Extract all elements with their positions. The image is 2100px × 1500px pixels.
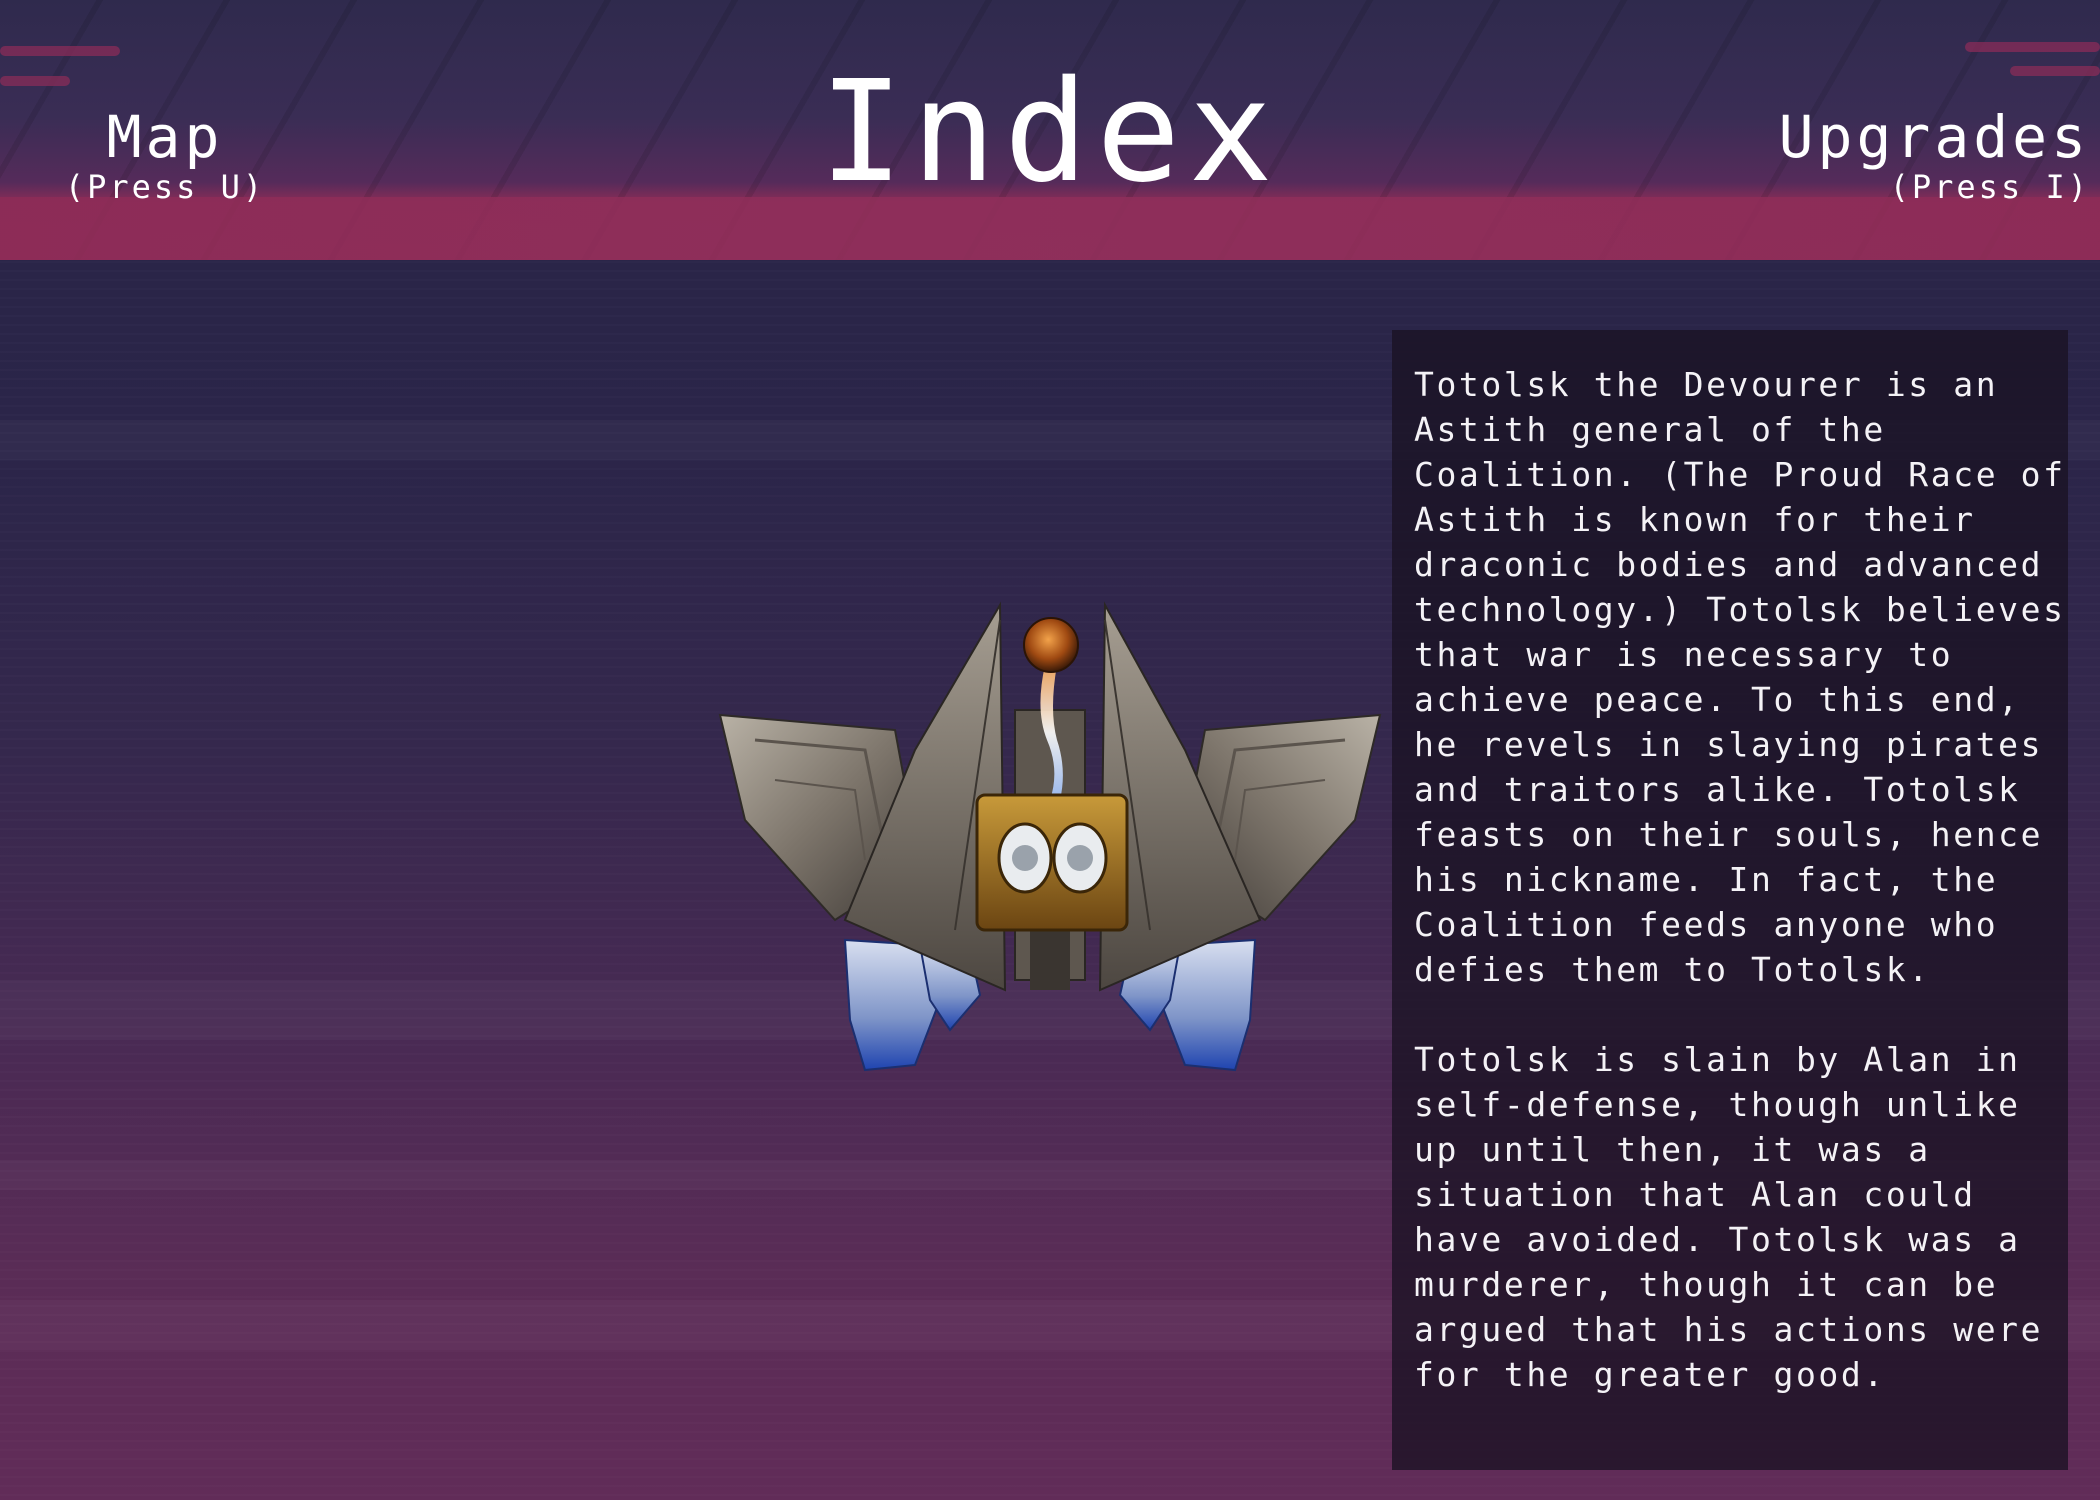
- map-nav-label: Map: [106, 103, 224, 171]
- map-nav-hint: (Press U): [64, 168, 266, 206]
- description-panel: Totolsk the Devourer is an Astith genera…: [1392, 330, 2068, 1470]
- energy-orb: [1023, 617, 1079, 673]
- header-accent-dash: [0, 46, 120, 56]
- map-nav-button[interactable]: Map (Press U): [60, 105, 270, 205]
- upgrades-nav-hint: (Press I): [1889, 168, 2090, 206]
- warship-sprite-icon: [718, 601, 1382, 1072]
- game-background: Index Map (Press U) Upgrades (Press I) T…: [0, 0, 2100, 1500]
- header-bar: Index Map (Press U) Upgrades (Press I): [0, 0, 2100, 260]
- entry-description: Totolsk the Devourer is an Astith genera…: [1414, 365, 2066, 1394]
- header-accent-dash: [1965, 42, 2100, 52]
- upgrades-nav-label: Upgrades: [1778, 103, 2090, 171]
- upgrades-nav-button[interactable]: Upgrades (Press I): [1760, 105, 2090, 205]
